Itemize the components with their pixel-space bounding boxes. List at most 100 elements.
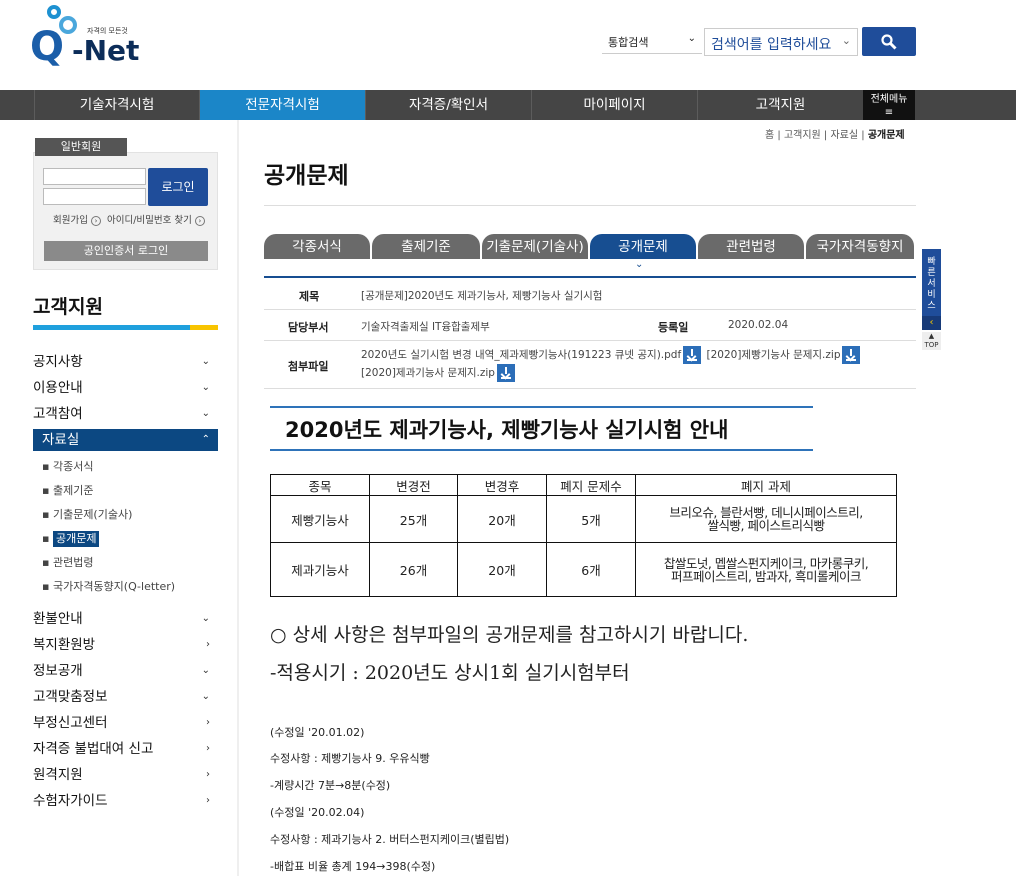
sidebar-title: 고객지원 [33, 296, 103, 318]
tab-past-exams[interactable]: 기출문제(기술사) [482, 234, 588, 259]
password-input[interactable] [43, 188, 146, 205]
notice-heading: 2020년도 제과기능사, 제빵기능사 실기시험 안내 [270, 406, 813, 451]
chevron-down-icon: ⌄ [201, 356, 210, 367]
chevron-down-icon: ⌄ [201, 691, 210, 702]
sidebar-item-illegal-lend[interactable]: 자격증 불법대여 신고 › [33, 738, 218, 760]
sidebar-item-exam-guide[interactable]: 수험자가이드 › [33, 790, 218, 812]
gnb-item-mypage[interactable]: 마이페이지 [531, 90, 697, 120]
chevron-up-icon: ▲ [928, 332, 935, 340]
revision-line: 수정사항 : 제과기능사 2. 버터스펀지케이크(별립법) [270, 833, 510, 846]
breadcrumb-level2[interactable]: 자료실 [830, 130, 858, 141]
table-row: 제빵기능사 25개 20개 5개 브리오슈, 블란서빵, 데니시페이스트리, 쌀식… [270, 495, 897, 543]
gnb-item-support[interactable]: 고객지원 [697, 90, 863, 120]
note-reference: ○ 상세 사항은 첨부파일의 공개문제를 참고하시기 바랍니다. [270, 624, 749, 646]
sidebar-item-report-center[interactable]: 부정신고센터 › [33, 712, 218, 734]
qnet-logo[interactable]: Q 자격의 모든것 -Net [30, 4, 140, 70]
chevron-up-icon: ⌃ [201, 434, 210, 445]
sub-item-forms[interactable]: ▪ 각종서식 [42, 459, 93, 475]
chevron-right-icon: › [90, 215, 101, 226]
revision-line: (수정일 '20.02.04) [270, 806, 365, 819]
breadcrumb-current: 공개문제 [867, 130, 905, 141]
login-button[interactable]: 로그인 [148, 168, 208, 206]
download-icon[interactable] [683, 346, 702, 364]
breadcrumb-home[interactable]: 홈 [765, 130, 774, 141]
all-menu-button[interactable]: 전체메뉴 ≡ [863, 90, 915, 120]
sub-item-laws[interactable]: ▪ 관련법령 [42, 555, 93, 571]
sidebar-item-guide[interactable]: 이용안내 ⌄ [33, 377, 218, 399]
attachment-file[interactable]: [2020]제빵기능사 문제지.zip [707, 349, 841, 361]
sub-item-past-exams[interactable]: ▪ 기출문제(기술사) [42, 507, 132, 523]
table-header: 폐지 과제 [635, 474, 897, 496]
chevron-right-icon: › [206, 743, 210, 754]
table-cell: 26개 [369, 542, 458, 597]
sub-item-q-letter[interactable]: ▪ 국가자격동향지(Q-letter) [42, 579, 175, 595]
sidebar-item-participation[interactable]: 고객참여 ⌄ [33, 403, 218, 425]
table-cell: 제빵기능사 [270, 495, 370, 543]
logo-ring-icon [47, 5, 61, 19]
sidebar-item-disclosure[interactable]: 정보공개 ⌄ [33, 660, 218, 682]
table-cell: 제과기능사 [270, 542, 370, 597]
download-icon[interactable] [496, 364, 515, 382]
scroll-top-button[interactable]: ▲ TOP [922, 332, 941, 350]
table-cell: 20개 [457, 495, 547, 543]
sub-item-criteria[interactable]: ▪ 출제기준 [42, 483, 93, 499]
login-links: 회원가입 › 아이디/비밀번호 찾기 › [53, 212, 208, 226]
table-cell: 6개 [546, 542, 636, 597]
sidebar-item-notice[interactable]: 공지사항 ⌄ [33, 351, 218, 373]
search-input[interactable]: 검색어를 입력하세요 ⌄ [704, 28, 858, 56]
chevron-right-icon: › [206, 639, 210, 650]
sidebar-item-library[interactable]: 자료실 ⌃ [33, 429, 218, 451]
sidebar-item-remote[interactable]: 원격지원 › [33, 764, 218, 786]
sub-item-open-exams[interactable]: ▪ 공개문제 [42, 531, 100, 547]
table-header: 변경전 [369, 474, 458, 496]
table-row: 제과기능사 26개 20개 6개 찹쌀도넛, 멥쌀스펀지케이크, 마카롱쿠키, 퍼… [270, 542, 897, 597]
post-dept: 기술자격출제실 IT융합출제부 [361, 321, 490, 333]
table-cell: 브리오슈, 블란서빵, 데니시페이스트리, 쌀식빵, 페이스트리식빵 [635, 495, 897, 543]
gnb-item-certificate[interactable]: 자격증/확인서 [365, 90, 531, 120]
logo-q: Q [30, 24, 65, 70]
sidebar-item-custom-info[interactable]: 고객맞춤정보 ⌄ [33, 686, 218, 708]
revision-line: -계량시간 7분→8분(수정) [270, 779, 391, 792]
breadcrumb-level1[interactable]: 고객지원 [784, 130, 821, 141]
id-input[interactable] [43, 168, 146, 185]
sidebar-title-underline [33, 325, 218, 330]
tab-criteria[interactable]: 출제기준 [372, 234, 480, 259]
member-tab[interactable]: 일반회원 [35, 138, 127, 156]
sidebar-divider [237, 120, 239, 876]
sidebar-item-refund[interactable]: 환불안내 ⌄ [33, 608, 218, 630]
chevron-down-icon: ⌄ [635, 259, 644, 270]
search-button[interactable] [862, 27, 916, 56]
post-date: 2020.02.04 [728, 319, 789, 331]
tab-forms[interactable]: 각종서식 [264, 234, 370, 259]
table-cell: 25개 [369, 495, 458, 543]
attachment-file[interactable]: 2020년도 실기시험 변경 내역_제과제빵기능사(191223 큐넷 공지).… [361, 349, 681, 361]
search-icon [881, 34, 897, 50]
tab-open-exams[interactable]: 공개문제 [590, 234, 696, 259]
quick-service-button[interactable]: 빠른서비스 ‹ [922, 249, 941, 330]
note-effective: -적용시기 : 2020년도 상시1회 실기시험부터 [270, 662, 630, 684]
chevron-down-icon: ⌄ [687, 33, 696, 44]
page-title: 공개문제 [264, 163, 349, 189]
chevron-down-icon: ⌄ [201, 613, 210, 624]
chevron-right-icon: › [194, 215, 205, 226]
dept-label: 담당부서 [288, 321, 329, 334]
gnb-item-tech-cert[interactable]: 기술자격시험 [34, 90, 199, 120]
download-icon[interactable] [842, 346, 861, 364]
attachment-line-2: [2020]제과기능사 문제지.zip [361, 364, 517, 382]
table-header-row: 종목 변경전 변경후 폐지 문제수 폐지 과제 [270, 474, 897, 496]
table-cell: 5개 [546, 495, 636, 543]
tab-laws[interactable]: 관련법령 [698, 234, 804, 259]
search-category-select[interactable]: 통합검색 ⌄ [602, 28, 702, 54]
sidebar-item-welfare[interactable]: 복지환원방 › [33, 634, 218, 656]
find-id-link[interactable]: 아이디/비밀번호 찾기 [107, 215, 192, 226]
attachment-file[interactable]: [2020]제과기능사 문제지.zip [361, 367, 495, 379]
gnb-item-pro-cert[interactable]: 전문자격시험 [199, 90, 365, 120]
change-table: 종목 변경전 변경후 폐지 문제수 폐지 과제 제빵기능사 25개 20개 5개… [270, 474, 897, 597]
revision-line: (수정일 '20.01.02) [270, 726, 365, 739]
date-label: 등록일 [658, 321, 689, 334]
join-link[interactable]: 회원가입 [53, 215, 88, 226]
chevron-down-icon: ⌄ [201, 382, 210, 393]
tab-q-letter[interactable]: 국가자격동향지 [806, 234, 914, 259]
revision-line: 수정사항 : 제빵기능사 9. 우유식빵 [270, 752, 430, 765]
cert-login-button[interactable]: 공인인증서 로그인 [44, 241, 208, 261]
